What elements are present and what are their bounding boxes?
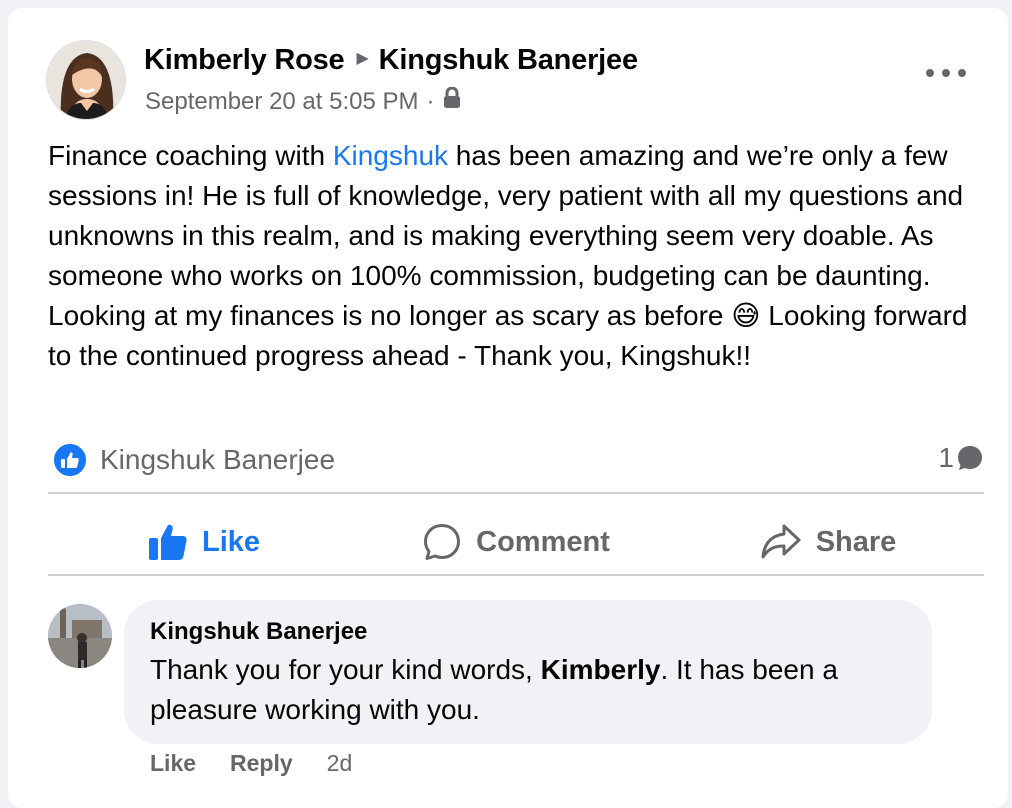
- comment-reply-button[interactable]: Reply: [230, 750, 293, 777]
- post-meta: September 20 at 5:05 PM ·: [145, 86, 461, 116]
- comment-time[interactable]: 2d: [327, 750, 353, 777]
- arrow-right-icon: ▶: [356, 50, 369, 68]
- thumbs-up-icon: [148, 524, 187, 560]
- more-options-icon[interactable]: [926, 58, 966, 88]
- reactor-name[interactable]: Kingshuk Banerjee: [100, 444, 335, 476]
- comment-author[interactable]: Kingshuk Banerjee: [150, 616, 906, 648]
- comment-mention[interactable]: Kimberly: [541, 654, 661, 685]
- reactions-bar: Kingshuk Banerjee 1: [48, 438, 984, 482]
- author-name[interactable]: Kimberly Rose: [144, 44, 345, 76]
- divider-bottom: [48, 574, 984, 576]
- share-label: Share: [815, 525, 897, 558]
- post-header: Kimberly Rose ▶ Kingshuk Banerjee: [144, 44, 638, 77]
- lock-icon[interactable]: [443, 86, 461, 116]
- comment-label: Comment: [476, 525, 610, 558]
- commenter-avatar[interactable]: [48, 604, 112, 668]
- post-actions: Like Comment Share: [48, 502, 984, 582]
- comment-bubble-icon: [956, 444, 984, 472]
- comment-count[interactable]: 1: [938, 442, 984, 474]
- comment-text: Thank you for your kind words, Kimberly.…: [150, 654, 838, 725]
- post-text: Finance coaching with Kingshuk has been …: [48, 140, 968, 371]
- target-name[interactable]: Kingshuk Banerjee: [379, 44, 638, 76]
- share-icon: [761, 524, 801, 559]
- comment-bubble: Kingshuk Banerjee Thank you for your kin…: [124, 600, 932, 744]
- mention-link[interactable]: Kingshuk: [333, 140, 448, 171]
- comment-actions: Like Reply 2d: [150, 746, 352, 780]
- divider-top: [48, 492, 984, 494]
- like-reaction-icon[interactable]: [52, 442, 88, 478]
- like-label: Like: [201, 525, 261, 558]
- sweat-smile-emoji: 😅: [731, 300, 761, 331]
- comment-like-button[interactable]: Like: [150, 750, 196, 777]
- post-card: Kimberly Rose ▶ Kingshuk Banerjee Septembe…: [8, 8, 1008, 808]
- share-button[interactable]: Share: [672, 502, 984, 582]
- post-timestamp[interactable]: September 20 at 5:05 PM: [145, 88, 419, 116]
- meta-separator: ·: [426, 87, 435, 115]
- author-avatar[interactable]: [46, 40, 126, 120]
- comment-button[interactable]: Comment: [360, 502, 672, 582]
- comment-icon: [424, 524, 461, 560]
- like-button[interactable]: Like: [48, 502, 360, 582]
